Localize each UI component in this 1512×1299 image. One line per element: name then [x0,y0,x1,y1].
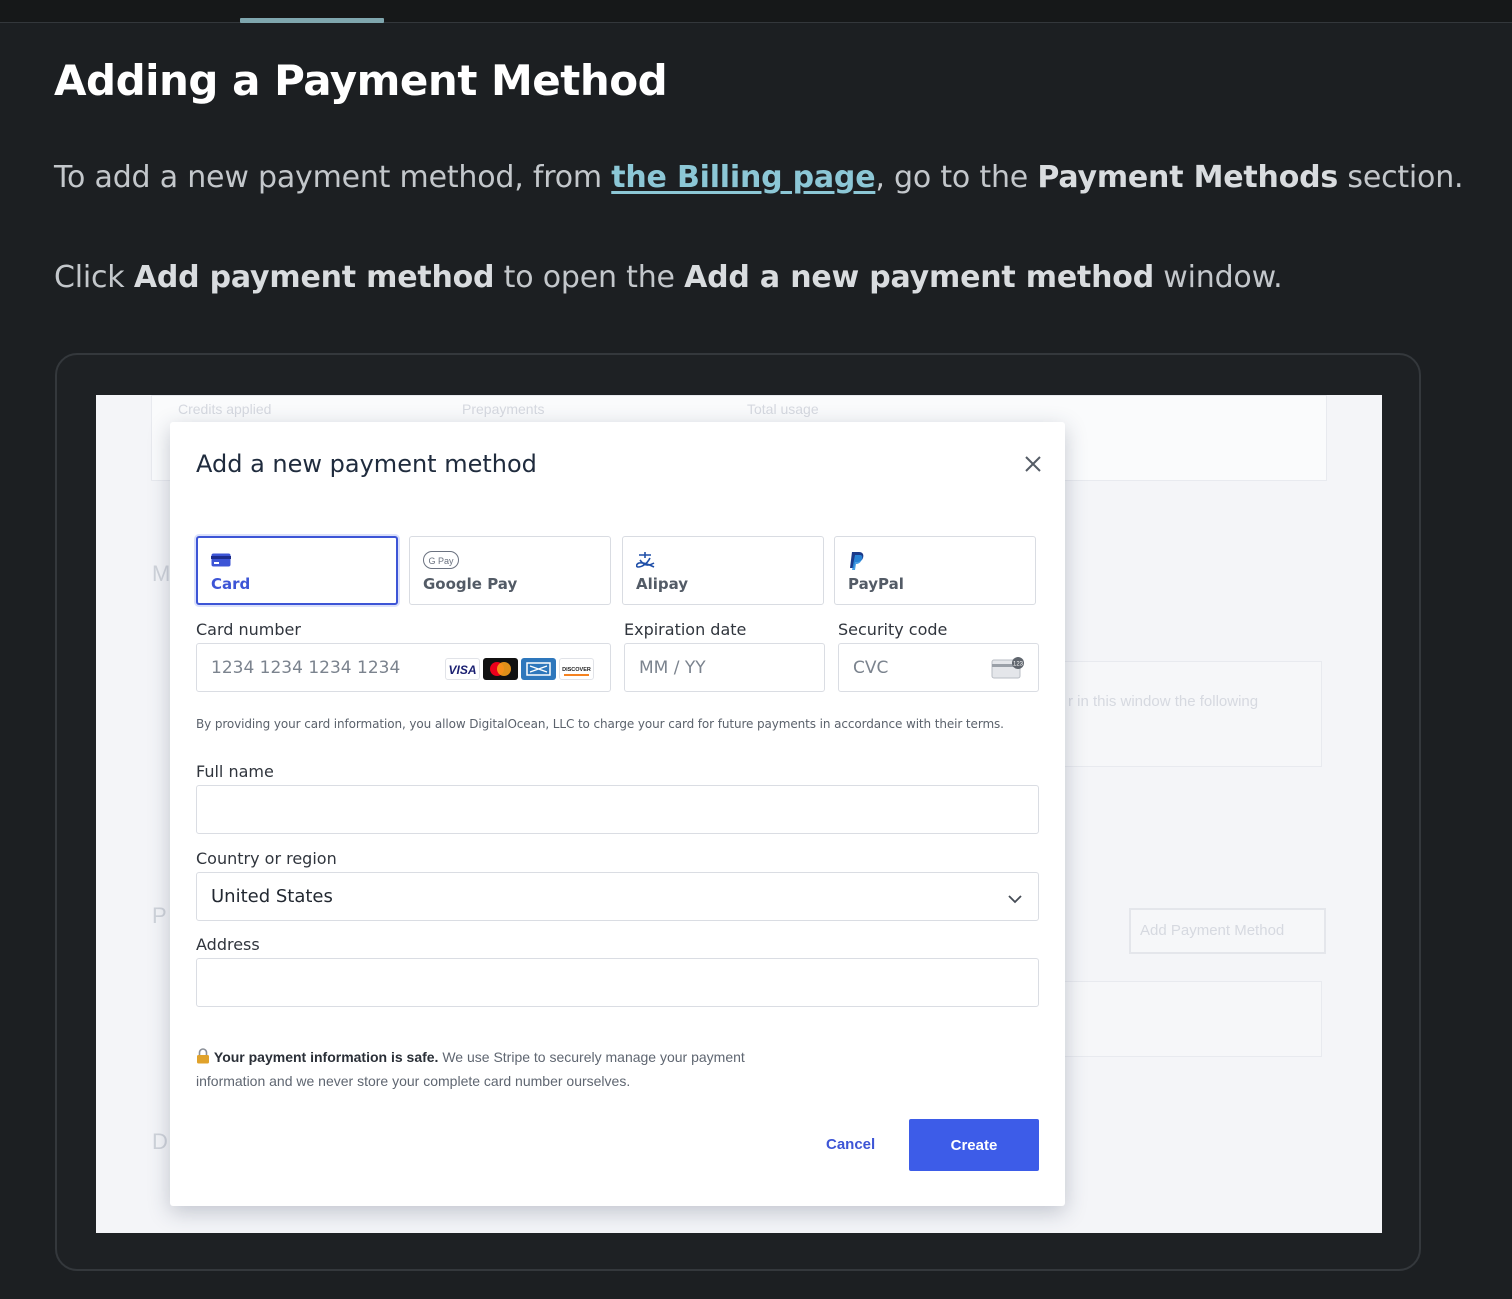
expiration-input[interactable]: MM / YY [624,643,825,692]
mastercard-icon [483,658,518,680]
svg-text:G Pay: G Pay [428,556,454,566]
bg-credits-applied: Credits applied [178,401,272,417]
bg-prepayments: Prepayments [462,401,545,417]
page-title: Adding a Payment Method [54,56,668,105]
expiration-label: Expiration date [624,620,747,639]
google-pay-icon: G Pay [423,551,459,573]
bg-total-usage: Total usage [747,401,819,417]
alipay-icon [635,551,656,573]
payment-safety-note: Your payment information is safe. We use… [196,1048,745,1089]
tab-card[interactable]: Card [196,536,398,605]
country-select[interactable]: United States [196,872,1039,921]
tab-alipay[interactable]: Alipay [622,536,824,605]
bg-window-text: r in this window the following [1068,693,1259,710]
card-icon [211,552,231,571]
security-code-placeholder: CVC [853,658,889,678]
card-number-input[interactable]: 1234 1234 1234 1234 VISA DISCOVER [196,643,611,692]
instruction-paragraph-1: To add a new payment method, from the Bi… [54,160,1464,195]
cvc-card-icon: 123 [991,656,1025,684]
bg-info-box [1056,661,1322,767]
country-label: Country or region [196,849,337,868]
svg-text:DISCOVER: DISCOVER [562,667,591,673]
create-button[interactable]: Create [909,1119,1039,1171]
lock-icon [196,1048,210,1065]
paypal-icon [848,551,866,575]
discover-icon: DISCOVER [559,658,594,680]
authorization-notice: By providing your card information, you … [196,717,1004,731]
card-number-placeholder: 1234 1234 1234 1234 [211,658,401,678]
modal-title: Add a new payment method [196,450,537,478]
svg-text:123: 123 [1013,662,1024,668]
address-input[interactable] [196,958,1039,1007]
visa-icon: VISA [445,658,480,680]
full-name-input[interactable] [196,785,1039,834]
security-code-label: Security code [838,620,948,639]
instruction-paragraph-2: Click Add payment method to open the Add… [54,260,1283,295]
billing-page-link[interactable]: the Billing page [611,160,875,195]
expiration-placeholder: MM / YY [639,658,706,678]
bg-lower-box [1056,981,1322,1057]
top-nav-bar [0,0,1512,23]
security-code-input[interactable]: CVC 123 [838,643,1039,692]
full-name-label: Full name [196,762,274,781]
chevron-down-icon [1007,890,1023,909]
add-payment-modal: Add a new payment method Card G Pay Goog… [170,422,1065,1206]
close-icon[interactable] [1021,452,1045,476]
bg-heading-p: P [152,903,167,928]
screenshot-image: Credits applied Prepayments Total usage … [96,395,1382,1233]
tab-google-pay[interactable]: G Pay Google Pay [409,536,611,605]
cancel-button[interactable]: Cancel [826,1136,875,1153]
amex-icon [521,658,556,680]
card-number-label: Card number [196,620,301,639]
country-selected-value: United States [211,886,333,907]
tab-paypal[interactable]: PayPal [834,536,1036,605]
address-label: Address [196,935,260,954]
bg-heading-m: M [152,561,171,586]
bg-add-payment-label: Add Payment Method [1140,922,1285,939]
bg-heading-d: D [152,1129,168,1154]
active-tab-indicator [240,18,384,23]
svg-text:VISA: VISA [448,663,476,677]
